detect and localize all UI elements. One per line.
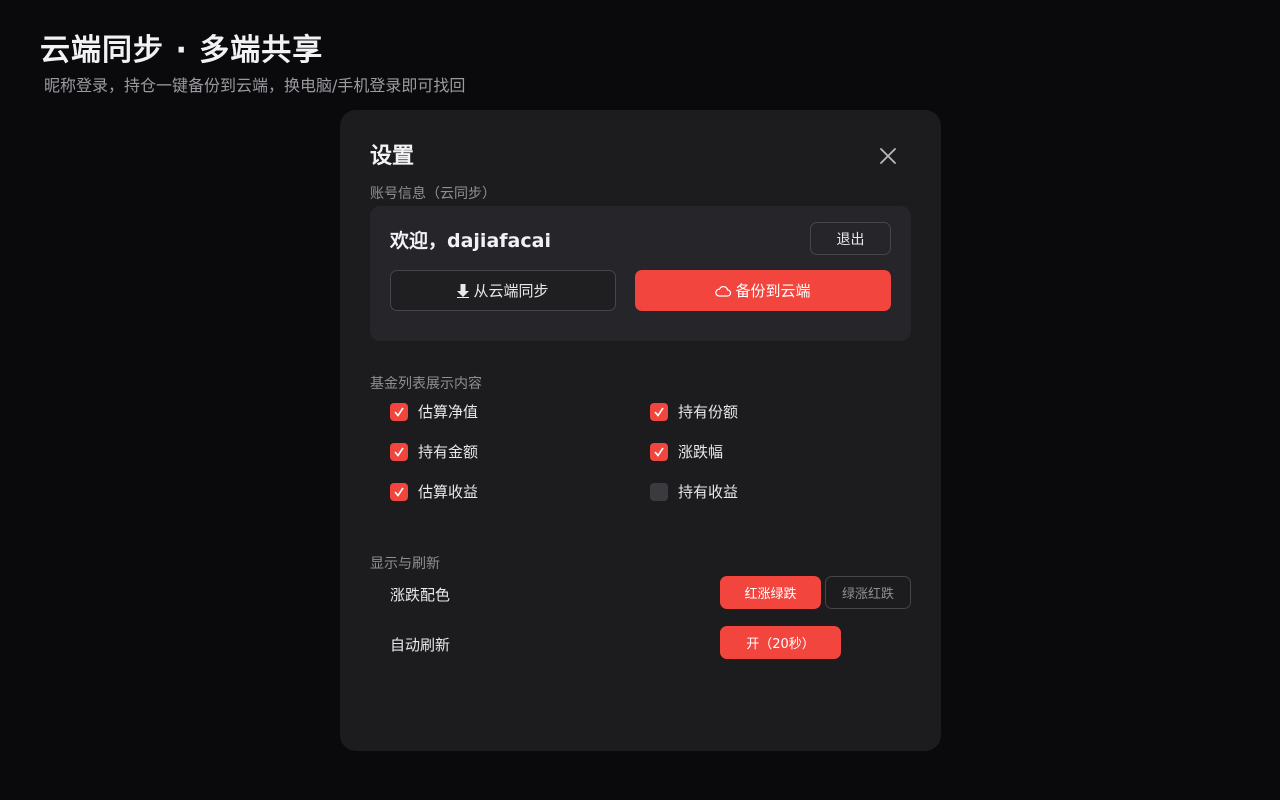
checkbox-checked[interactable] [390, 402, 408, 421]
option-holding-amount[interactable]: 持有金额 [390, 441, 478, 462]
option-label: 涨跌幅 [678, 443, 724, 461]
welcome-text: 欢迎，dajiafacai [390, 230, 551, 252]
option-change-percent[interactable]: 涨跌幅 [650, 441, 723, 462]
checkmark-icon [394, 407, 404, 417]
option-label: 估算净值 [418, 403, 479, 421]
account-section-label: 账号信息（云同步） [370, 186, 496, 202]
color-scheme-label: 涨跌配色 [390, 586, 451, 604]
option-label: 持有金额 [418, 443, 479, 461]
checkmark-icon [394, 447, 404, 457]
option-label: 持有份额 [678, 403, 739, 421]
hero-title: 云端同步 · 多端共享 [40, 33, 324, 68]
logout-button[interactable]: 退出 [810, 222, 891, 255]
color-red-up-green-down-button[interactable]: 红涨绿跌 [720, 576, 821, 609]
display-section-label: 显示与刷新 [370, 556, 440, 572]
download-arrow-icon [457, 283, 470, 298]
dialog-title: 设置 [370, 144, 415, 169]
checkbox-checked[interactable] [650, 402, 668, 421]
checkbox-unchecked[interactable] [650, 482, 668, 501]
backup-label: 备份到云端 [735, 282, 811, 300]
checkbox-checked[interactable] [390, 442, 408, 461]
checkbox-checked[interactable] [650, 442, 668, 461]
option-holding-profit[interactable]: 持有收益 [650, 481, 738, 502]
hero-subtitle: 昵称登录，持仓一键备份到云端，换电脑/手机登录即可找回 [44, 76, 466, 95]
checkbox-checked[interactable] [390, 482, 408, 501]
auto-refresh-toggle[interactable]: 开（20秒） [720, 626, 841, 659]
option-label: 估算收益 [418, 483, 479, 501]
fund-list-section-label: 基金列表展示内容 [370, 376, 482, 392]
option-estimated-nav[interactable]: 估算净值 [390, 401, 478, 422]
close-icon [880, 148, 896, 164]
account-card: 欢迎，dajiafacai 退出 从云端同步 备份到云端 [370, 206, 911, 341]
color-green-up-red-down-button[interactable]: 绿涨红跌 [825, 576, 911, 609]
sync-from-cloud-button[interactable]: 从云端同步 [390, 270, 616, 311]
close-button[interactable] [876, 144, 900, 168]
checkmark-icon [654, 447, 664, 457]
option-holding-shares[interactable]: 持有份额 [650, 401, 738, 422]
checkmark-icon [394, 487, 404, 497]
checkmark-icon [654, 407, 664, 417]
settings-dialog: 设置 账号信息（云同步） 欢迎，dajiafacai 退出 从云端同步 备份到云… [340, 110, 941, 751]
auto-refresh-label: 自动刷新 [390, 636, 451, 654]
cloud-icon [715, 285, 732, 297]
backup-to-cloud-button[interactable]: 备份到云端 [635, 270, 891, 311]
hero-header: 云端同步 · 多端共享 昵称登录，持仓一键备份到云端，换电脑/手机登录即可找回 [40, 32, 465, 96]
sync-label: 从云端同步 [473, 282, 549, 300]
option-label: 持有收益 [678, 483, 739, 501]
option-estimated-profit[interactable]: 估算收益 [390, 481, 478, 502]
